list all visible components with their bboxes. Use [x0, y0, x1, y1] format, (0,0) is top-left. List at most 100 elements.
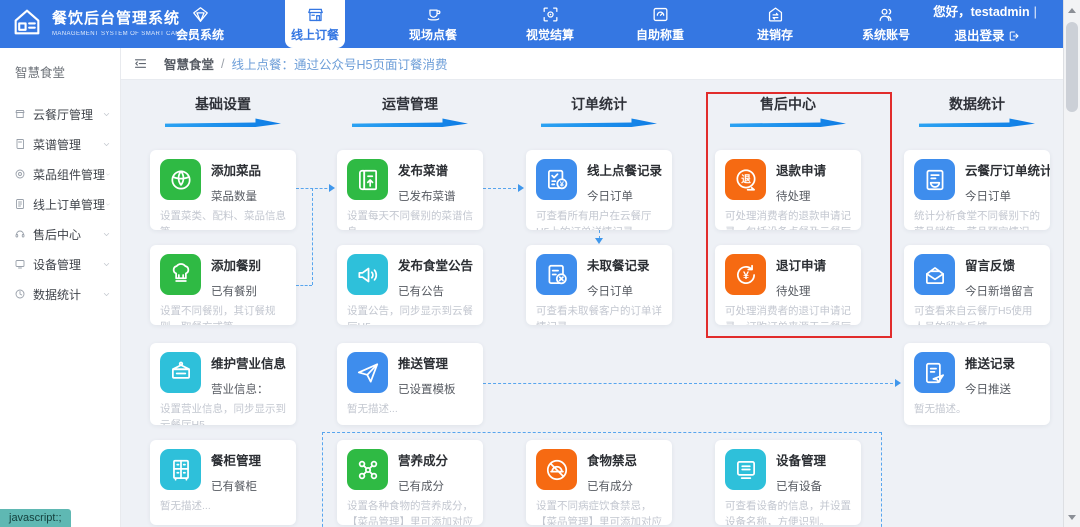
- card-title: 维护营业信息: [211, 353, 286, 372]
- nav-item-online-order[interactable]: 线上订餐: [285, 0, 345, 48]
- nav-item-inventory[interactable]: 进销存: [735, 0, 815, 48]
- logout-link[interactable]: 退出登录: [954, 27, 1004, 45]
- card-cloud-order-stats[interactable]: 云餐厅订单统计 今日订单 统计分析食堂不同餐别下的菜品销售、菜品预定情况。: [904, 150, 1050, 230]
- card-publish-menu[interactable]: 发布菜谱 已发布菜谱 设置每天不同餐别的菜谱信息。: [337, 150, 483, 230]
- monitor-icon: [14, 258, 26, 270]
- sidebar-item-label: 售后中心: [33, 226, 102, 243]
- sidebar-item-statistics[interactable]: 数据统计: [0, 279, 120, 309]
- card-unsubscribe-requests[interactable]: ¥ 退订申请 待处理 可处理消费者的退订申请记录，订购订单来源于云餐厅H5上的订…: [715, 245, 861, 325]
- card-push-records[interactable]: 推送记录 今日推送 暂无描述。: [904, 343, 1050, 425]
- card-description: 可处理消费者的退订申请记录，订购订单来源于云餐厅H5上的订单。: [715, 299, 861, 325]
- card-description: 设置每天不同餐别的菜谱信息。: [337, 204, 483, 230]
- breadcrumb-root[interactable]: 智慧食堂: [164, 54, 214, 73]
- collapse-sidebar-icon[interactable]: [133, 56, 148, 71]
- card-title: 未取餐记录: [587, 255, 650, 274]
- order-list-icon: [14, 198, 26, 210]
- scroll-up-arrow-icon: [1068, 4, 1076, 13]
- scrollbar-thumb[interactable]: [1066, 22, 1078, 112]
- connector-line: [312, 188, 313, 285]
- card-title: 线上点餐记录: [587, 160, 662, 179]
- sidebar-item-recipes[interactable]: 菜谱管理: [0, 129, 120, 159]
- column-header-order-stats: 订单统计: [526, 94, 672, 127]
- connector-line: [483, 383, 898, 384]
- arrow-ribbon: [352, 118, 468, 127]
- card-publish-notice[interactable]: 发布食堂公告 已有公告 设置公告，同步显示到云餐厅H5。: [337, 245, 483, 325]
- membership-diamond-icon: [191, 5, 210, 24]
- sidebar-item-devices[interactable]: 设备管理: [0, 249, 120, 279]
- card-message-feedback[interactable]: 留言反馈 今日新增留言 可查看来自云餐厅H5使用人员的留言反馈。: [904, 245, 1050, 325]
- sidebar-item-dish-components[interactable]: 菜品组件管理: [0, 159, 120, 189]
- column-title: 售后中心: [715, 94, 861, 114]
- column-header-operations: 运营管理: [337, 94, 483, 127]
- card-unclaimed-meals[interactable]: 未取餐记录 今日订单 可查看未取餐客户的订单详情记录。: [526, 245, 672, 325]
- column-header-aftersales: 售后中心: [715, 94, 861, 127]
- nav-item-self-weigh[interactable]: 自助称重: [620, 0, 700, 48]
- chevron-down-icon: [102, 110, 111, 119]
- system-account-people-icon: [877, 5, 896, 24]
- card-subtitle: 已有成分: [587, 478, 637, 494]
- sidebar-item-label: 菜谱管理: [33, 136, 102, 153]
- card-subtitle: 菜品数量: [211, 188, 261, 204]
- card-add-meal-type[interactable]: 添加餐别 已有餐别 设置不同餐别，其订餐规则、取餐方式等。: [150, 245, 296, 325]
- sidebar-menu: 云餐厅管理 菜谱管理 菜品组件管理 线上订单管理 售后中心: [0, 99, 120, 309]
- vertical-scrollbar[interactable]: [1063, 0, 1080, 527]
- card-title: 添加菜品: [211, 160, 261, 179]
- recipe-book-icon: [14, 138, 26, 150]
- card-subtitle: 已有公告: [398, 283, 473, 299]
- scroll-down-arrow-icon: [1068, 515, 1076, 524]
- card-refund-requests[interactable]: 退 退款申请 待处理 可处理消费者的退款申请记录，包括设备点餐及云餐厅H5上的订…: [715, 150, 861, 230]
- card-subtitle: 待处理: [776, 283, 826, 299]
- card-business-info[interactable]: 维护营业信息 营业信息： 设置营业信息，同步显示到云餐厅H5。: [150, 343, 296, 425]
- inventory-house-icon: [766, 5, 785, 24]
- sidebar-item-aftersales[interactable]: 售后中心: [0, 219, 120, 249]
- arrow-ribbon: [541, 118, 657, 127]
- card-description: 暂无描述...: [150, 494, 296, 515]
- scroll-down-button[interactable]: [1064, 509, 1080, 525]
- card-title: 发布食堂公告: [398, 255, 473, 274]
- food-taboo-icon: [536, 449, 577, 490]
- nav-item-membership[interactable]: 会员系统: [160, 0, 240, 48]
- card-nutrition[interactable]: 营养成分 已有成分 设置各种食物的营养成分，【菜品管理】里可添加对应的食物及分.…: [337, 440, 483, 525]
- card-title: 设备管理: [776, 450, 826, 469]
- card-title: 食物禁忌: [587, 450, 637, 469]
- card-online-order-records[interactable]: ¥ 线上点餐记录 今日订单 可查看所有用户在云餐厅H5上的订单详情记录。: [526, 150, 672, 230]
- sidebar-item-cloud-restaurant[interactable]: 云餐厅管理: [0, 99, 120, 129]
- breadcrumb-current: 线上点餐：通过公众号H5页面订餐消费: [232, 54, 448, 73]
- logout-icon[interactable]: [1008, 30, 1020, 42]
- user-area: 您好，testadmin | 退出登录: [928, 0, 1046, 48]
- refund-icon: 退: [725, 159, 766, 200]
- unsubscribe-icon: ¥: [725, 254, 766, 295]
- card-subtitle: 已有餐别: [211, 283, 261, 299]
- card-title: 添加餐别: [211, 255, 261, 274]
- card-food-taboo[interactable]: 食物禁忌 已有成分 设置不同病症饮食禁忌，【菜品管理】里可添加对应的。: [526, 440, 672, 525]
- scroll-up-button[interactable]: [1064, 2, 1080, 18]
- card-title: 退款申请: [776, 160, 826, 179]
- push-record-icon: [914, 352, 955, 393]
- sidebar-item-online-orders[interactable]: 线上订单管理: [0, 189, 120, 219]
- card-description: 暂无描述。: [904, 397, 1050, 418]
- card-description: 可查看来自云餐厅H5使用人员的留言反馈。: [904, 299, 1050, 325]
- breadcrumb-separator: /: [221, 57, 224, 71]
- nav-item-onsite-order[interactable]: 现场点餐: [393, 0, 473, 48]
- card-cabinet-management[interactable]: 餐柜管理 已有餐柜 暂无描述...: [150, 440, 296, 525]
- card-add-dish[interactable]: 添加菜品 菜品数量 设置菜类、配料、菜品信息等。: [150, 150, 296, 230]
- sidebar-item-label: 设备管理: [33, 256, 102, 273]
- connector-line: [296, 285, 312, 286]
- menu-book-icon: [347, 159, 388, 200]
- sidebar-title: 智慧食堂: [0, 48, 120, 81]
- nav-item-visual-checkout[interactable]: 视觉结算: [510, 0, 590, 48]
- card-device-management[interactable]: 设备管理 已有设备 可查看设备的信息，并设置设备名称，方便识别。: [715, 440, 861, 525]
- chef-hat-icon: [160, 254, 201, 295]
- components-icon: [14, 168, 26, 180]
- visual-checkout-eye-icon: [541, 5, 560, 24]
- unclaimed-order-icon: [536, 254, 577, 295]
- chevron-down-icon: [105, 170, 111, 179]
- card-subtitle: 已有设备: [776, 478, 826, 494]
- sidebar: 智慧食堂 云餐厅管理 菜谱管理 菜品组件管理 线上订单管理: [0, 48, 121, 527]
- card-subtitle: 待处理: [776, 188, 826, 204]
- nav-item-system-account[interactable]: 系统账号: [846, 0, 926, 48]
- card-push-management[interactable]: 推送管理 已设置模板 暂无描述...: [337, 343, 483, 425]
- connector-line: [296, 188, 332, 189]
- column-title: 数据统计: [904, 94, 1050, 114]
- card-description: 设置公告，同步显示到云餐厅H5。: [337, 299, 483, 325]
